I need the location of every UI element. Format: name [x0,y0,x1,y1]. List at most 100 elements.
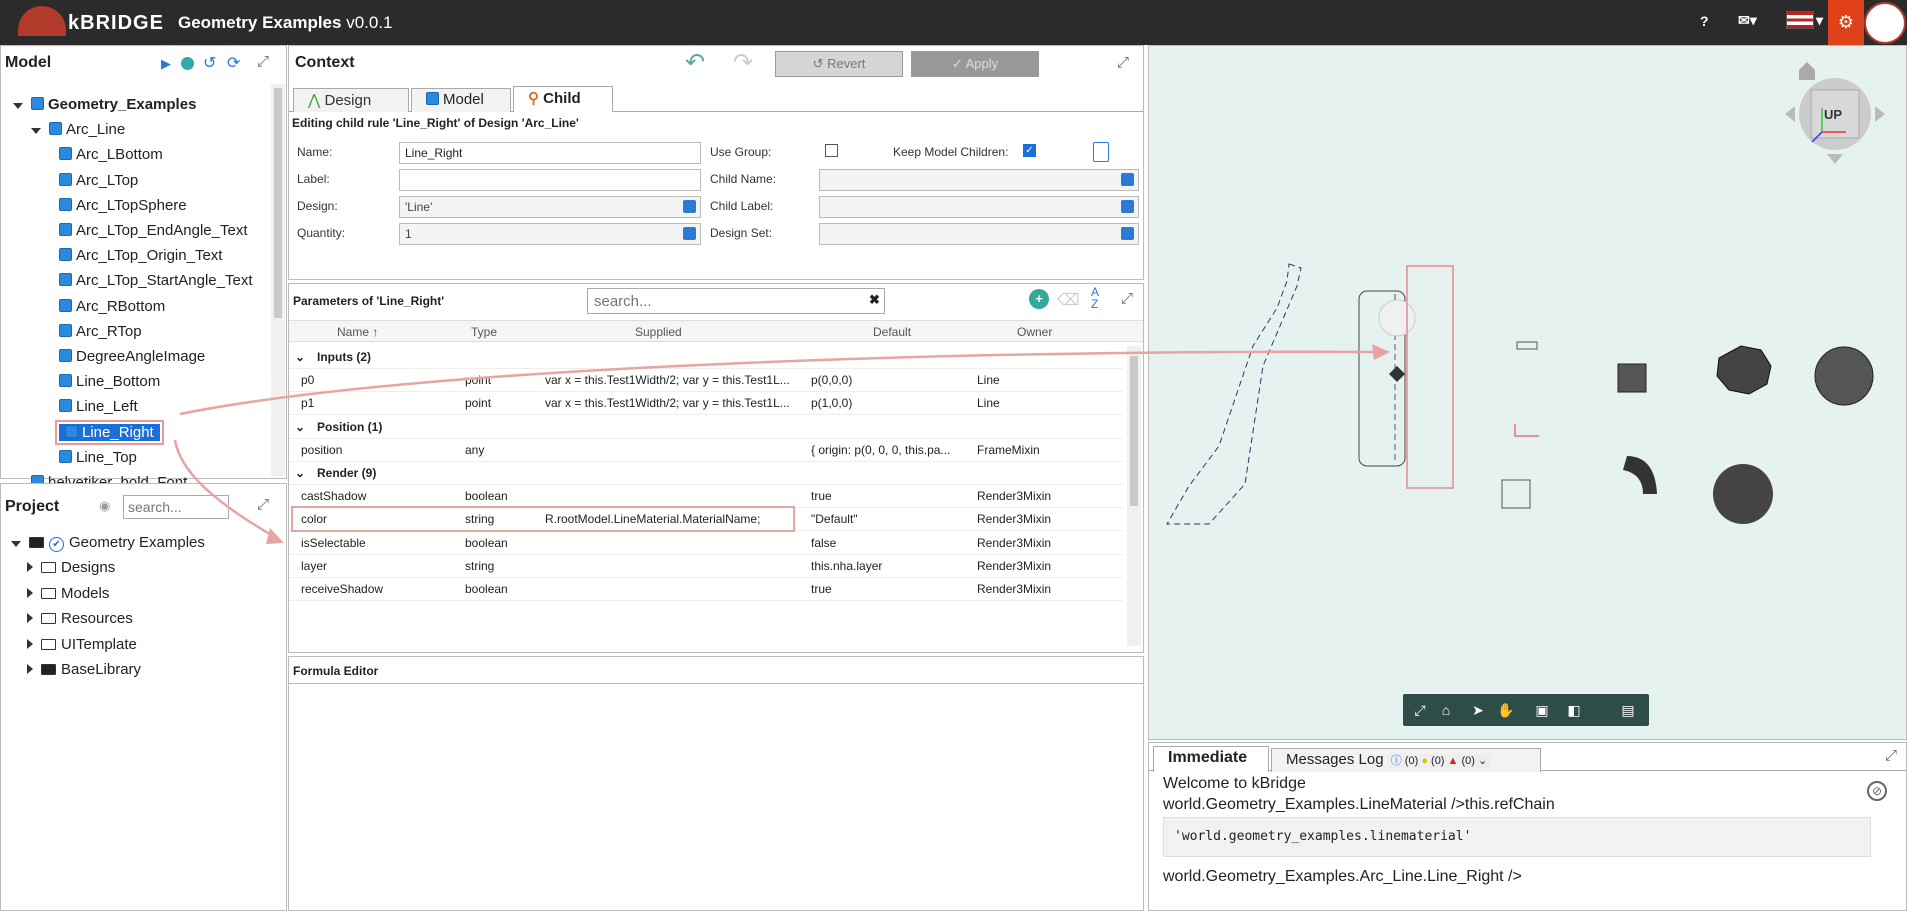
fit-view-icon[interactable]: ⤢ [1409,699,1431,721]
project-search-input[interactable] [123,495,229,519]
name-field[interactable]: Line_Right [399,142,701,164]
project-tree-item[interactable]: ✔ Geometry Examples [11,532,205,554]
home-icon[interactable]: ⌂ [1435,699,1457,721]
navigation-cube-label[interactable]: UP [1824,107,1842,122]
dashed-profile-shape[interactable] [1166,263,1302,525]
model-tree-item[interactable]: Arc_LTop_Origin_Text [59,245,222,267]
redo-icon[interactable]: ↷ [733,48,753,77]
settings-button[interactable]: ⚙ [1828,0,1864,45]
small-rect-shape[interactable] [1516,341,1538,350]
table-row[interactable]: color string R.rootModel.LineMaterial.Mate… [289,506,1123,533]
model-tree-item[interactable]: Arc_LBottom [59,144,163,166]
parameters-search-input[interactable] [587,288,885,314]
maximize-icon[interactable]: ⤢ [1885,747,1897,764]
column-name[interactable]: Name ↑ [337,325,378,339]
edit-icon[interactable] [683,200,696,213]
use-group-checkbox[interactable] [825,144,838,157]
cell-supplied[interactable]: var x = this.Test1Width/2; var y = this.… [545,369,805,392]
table-row[interactable]: position any { origin: p(0, 0, 0, this.pa.… [289,439,1123,462]
column-owner[interactable]: Owner [1017,325,1052,339]
cell-supplied[interactable]: var x = this.Test1Width/2; var y = this.… [545,392,805,415]
expand-toggle-icon[interactable] [11,541,21,547]
maximize-icon[interactable]: ⤢ [1117,54,1129,71]
formula-editor-area[interactable] [289,683,1143,684]
child-label-field[interactable] [819,196,1139,218]
design-field[interactable]: 'Line' [399,196,701,218]
expand-toggle-icon[interactable] [27,638,33,649]
model-tree-item[interactable]: Line_Right [55,419,164,445]
expand-toggle-icon[interactable] [27,562,33,573]
table-row[interactable]: layer string this.nha.layer Render3Mixin [289,555,1123,578]
model-tree-item[interactable]: Arc_LTopSphere [59,195,187,217]
collapse-chevron-icon[interactable]: ⌄ [295,462,305,485]
clear-search-icon[interactable]: ✖ [869,292,880,308]
play-icon[interactable]: ▶ [161,56,171,72]
mail-menu-button[interactable]: ✉▾ [1738,12,1757,29]
tab-model[interactable]: Model [411,88,511,112]
3d-viewer[interactable]: UP ⤢ ⌂ ➤ ✋ ▣ ◧ ▤ [1148,45,1907,740]
edit-icon[interactable] [683,227,696,240]
apply-button[interactable]: ✓ Apply [911,51,1039,77]
project-tree-item[interactable]: BaseLibrary [27,659,141,681]
design-set-field[interactable] [819,223,1139,245]
maximize-icon[interactable]: ⤢ [257,496,269,513]
clear-console-icon[interactable]: ⊘ [1867,781,1887,801]
model-tree-item[interactable]: Line_Bottom [59,371,160,393]
language-flag-button[interactable] [1786,11,1814,29]
diamond-marker[interactable] [1389,366,1405,382]
edit-icon[interactable] [1121,227,1134,240]
maximize-icon[interactable]: ⤢ [257,53,269,70]
document-icon[interactable] [1093,142,1109,162]
table-row[interactable]: receiveShadow boolean true Render3Mixin [289,578,1123,601]
project-tree-item[interactable]: Designs [27,557,115,579]
view-mode-icon[interactable]: ▣ [1531,699,1553,721]
revert-button[interactable]: ↺ Revert [775,51,903,77]
pan-hand-icon[interactable]: ✋ [1495,699,1517,721]
expand-toggle-icon[interactable] [27,587,33,598]
expand-toggle-icon[interactable] [27,613,33,624]
pdf-export-icon[interactable]: ▤ [1617,699,1639,721]
parameter-group-row[interactable]: ⌄ Inputs (2) [289,346,1123,369]
undo-icon[interactable]: ↶ [685,48,705,77]
edit-icon[interactable] [1121,173,1134,186]
child-name-field[interactable] [819,169,1139,191]
expand-toggle-icon[interactable] [31,128,41,135]
record-icon[interactable] [181,57,194,70]
tab-messages-log[interactable]: Messages Log ⓘ (0) ● (0) ▲ (0) ⌄ [1271,748,1541,772]
column-type[interactable]: Type [471,325,497,339]
refresh-icon[interactable]: ⟳ [227,53,240,73]
sphere-shape[interactable] [1713,464,1773,524]
parameters-scrollbar[interactable] [1127,346,1141,646]
keep-children-checkbox[interactable]: ✓ [1023,144,1036,157]
table-row[interactable]: p1 point var x = this.Test1Width/2; var y … [289,392,1123,416]
model-tree-item[interactable]: Line_Left [59,396,138,418]
model-tree-item[interactable]: Arc_Line [31,119,125,141]
table-row[interactable]: isSelectable boolean false Render3Mixin [289,532,1123,555]
home-view-icon[interactable] [1799,62,1815,80]
undo-icon[interactable]: ↺ [203,53,216,73]
column-default[interactable]: Default [873,325,911,339]
tab-immediate[interactable]: Immediate [1153,746,1269,772]
model-tree-scrollbar[interactable] [271,84,285,476]
kbridge-examples-avatar[interactable] [1864,2,1906,44]
model-tree-item[interactable]: Arc_LTop_StartAngle_Text [59,270,253,292]
quantity-field[interactable]: 1 [399,223,701,245]
table-row[interactable]: p0 point var x = this.Test1Width/2; var y … [289,369,1123,393]
square-outline-shape[interactable] [1501,479,1531,509]
model-tree-item[interactable]: Arc_RBottom [59,296,165,318]
column-supplied[interactable]: Supplied [635,325,682,339]
help-button[interactable]: ? [1700,13,1709,29]
add-parameter-icon[interactable]: + [1029,289,1049,309]
expand-toggle-icon[interactable] [27,664,33,674]
model-tree-item[interactable]: DegreeAngleImage [59,346,205,368]
tab-design[interactable]: ⋀ Design [293,88,409,112]
eraser-icon[interactable]: ⌫ [1057,290,1080,310]
model-tree-item[interactable]: Arc_RTop [59,321,142,343]
collapse-chevron-icon[interactable]: ⌄ [295,416,305,439]
model-tree-item[interactable]: Line_Top [59,447,137,469]
model-tree-item[interactable]: Geometry_Examples [13,94,196,116]
table-row[interactable]: castShadow boolean true Render3Mixin [289,485,1123,509]
project-tree-item[interactable]: Models [27,583,109,605]
octagon-sphere-shape[interactable] [1716,345,1772,395]
camera-icon[interactable]: ◧ [1563,699,1585,721]
